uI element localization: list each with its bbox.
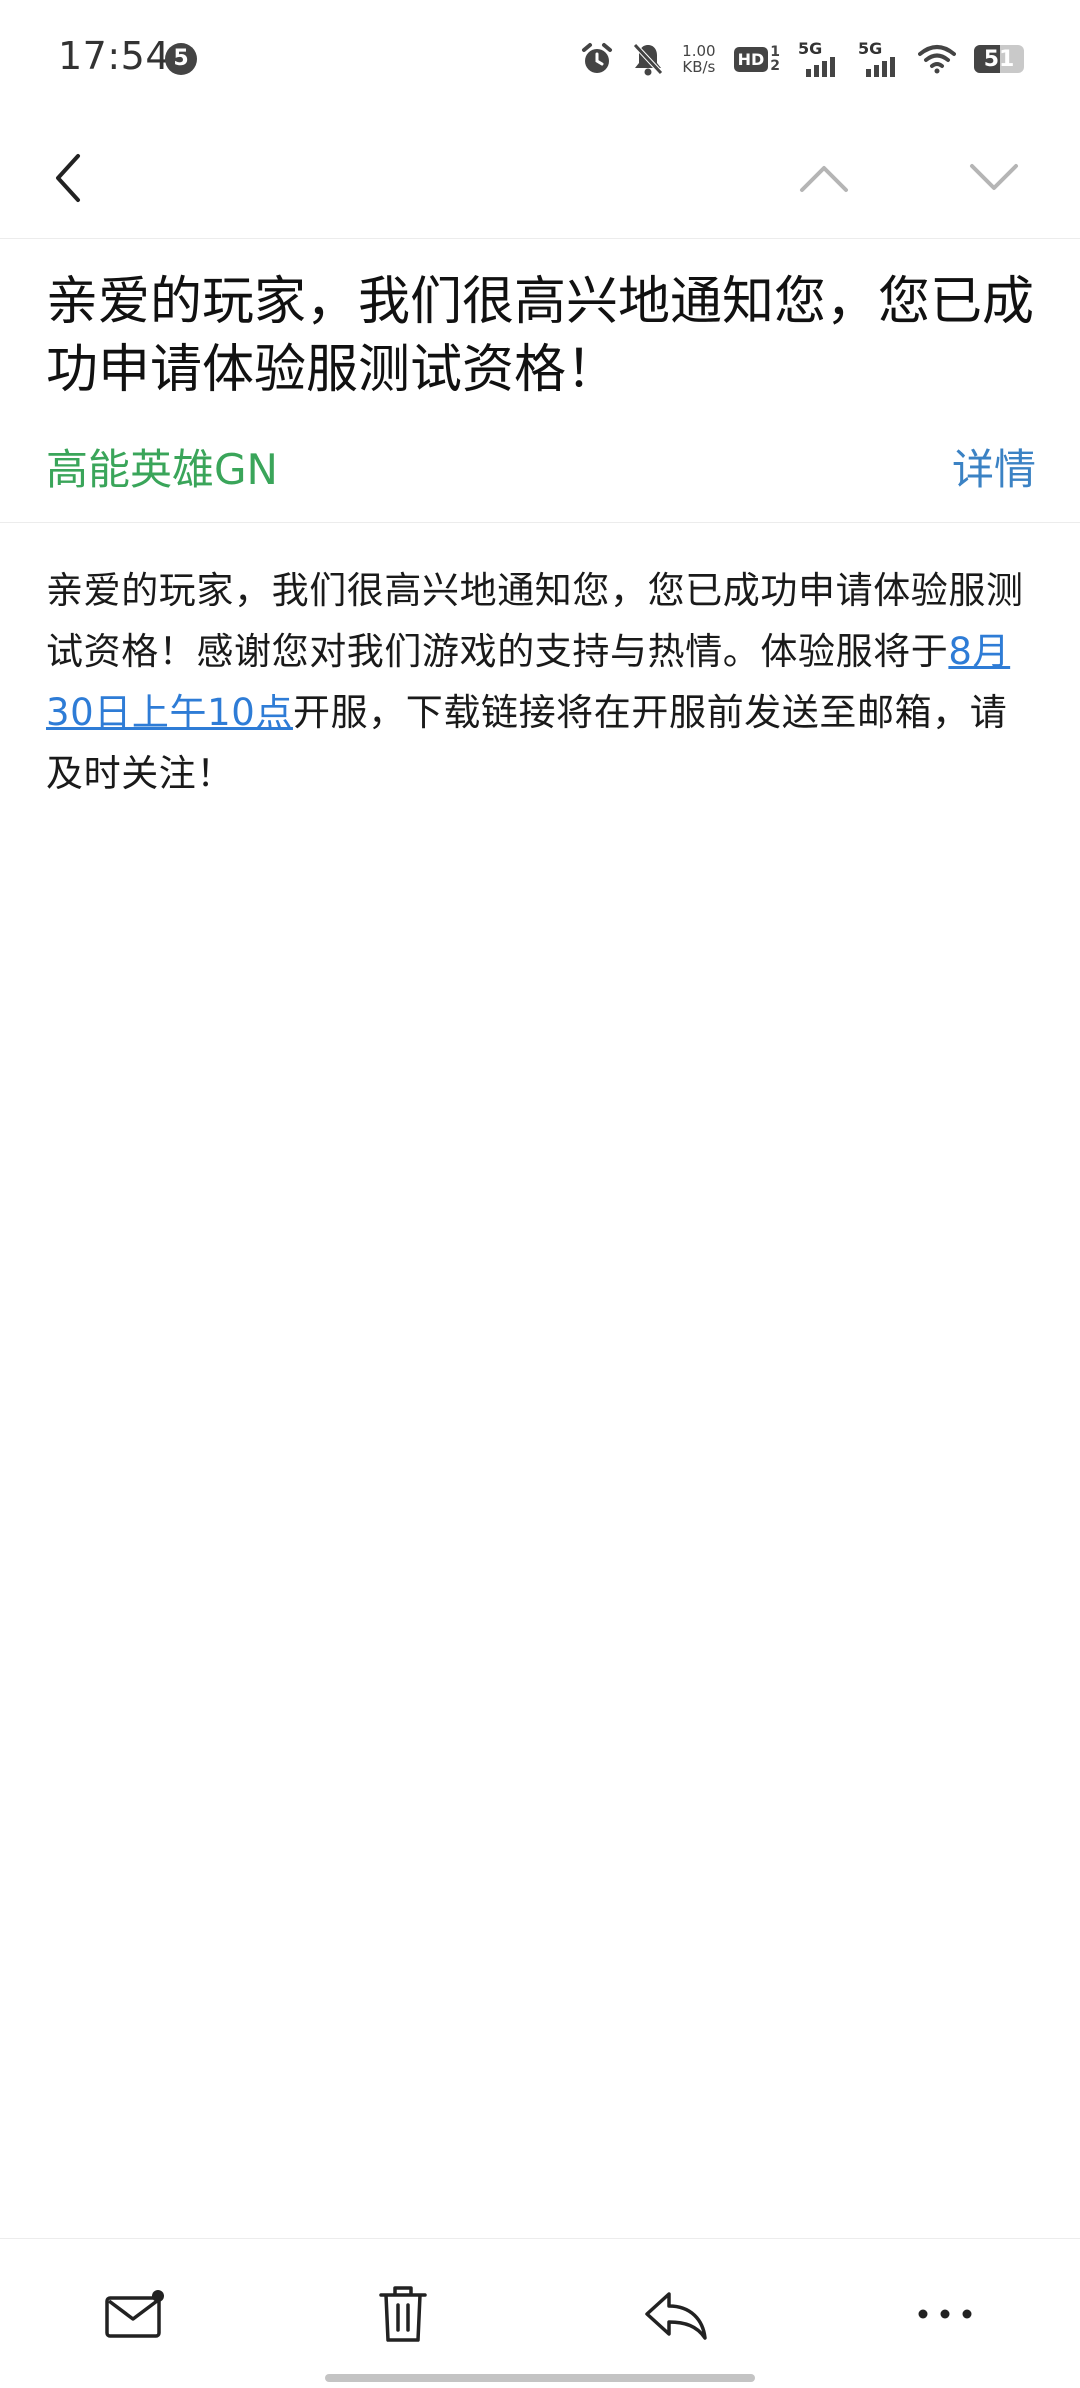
more-icon [918,2309,972,2319]
back-button[interactable] [28,138,108,218]
details-link[interactable]: 详情 [952,436,1036,497]
sim1-network-label: 5G [798,39,823,58]
alarm-icon [580,42,614,76]
net-speed-unit: KB/s [682,58,716,76]
mute-bell-icon [632,42,664,76]
chevron-down-icon [970,164,1018,190]
body-text-before: 亲爱的玩家，我们很高兴地通知您，您已成功申请体验服测试资格！感谢您对我们游戏的支… [46,569,1024,673]
bottom-toolbar [0,2239,1080,2388]
hd-label: HD [733,46,769,72]
reply-icon [645,2292,707,2340]
net-speed: 1.00 KB/s [682,43,715,75]
chevron-up-icon [800,166,848,192]
battery-level: 51 [983,46,1015,72]
notification-count-badge: 5 [165,43,197,75]
trash-icon [379,2286,427,2342]
signal-sim2-icon: 5G [858,39,900,79]
signal-sim1-icon: 5G [798,39,840,79]
mail-unread-icon [105,2290,164,2338]
delete-button[interactable] [358,2269,448,2359]
sender-name[interactable]: 高能英雄GN [46,436,278,497]
next-email-button[interactable] [954,138,1034,218]
hd-sub: 2 [770,58,780,74]
status-icons: 1.00 KB/s HD 1 2 5G 5G 51 [580,36,1024,82]
header-divider [0,522,1080,523]
home-indicator[interactable] [325,2374,755,2382]
status-time: 17:54 [58,34,171,78]
reply-button[interactable] [630,2269,720,2359]
battery-icon: 51 [974,45,1024,73]
previous-email-button[interactable] [784,138,864,218]
wifi-icon [918,44,956,74]
status-bar: 17:54 5 1.00 KB/s HD 1 2 5G 5G 51 [0,0,1080,118]
chevron-left-icon [56,154,80,202]
sim2-network-label: 5G [858,39,883,58]
top-nav [0,118,1080,239]
email-body: 亲爱的玩家，我们很高兴地通知您，您已成功申请体验服测试资格！感谢您对我们游戏的支… [46,560,1041,804]
more-button[interactable] [900,2269,990,2359]
hd-voice-icon: HD 1 2 [733,45,780,74]
email-subject: 亲爱的玩家，我们很高兴地通知您，您已成功申请体验服测试资格！ [46,272,1035,400]
mark-unread-button[interactable] [90,2269,180,2359]
